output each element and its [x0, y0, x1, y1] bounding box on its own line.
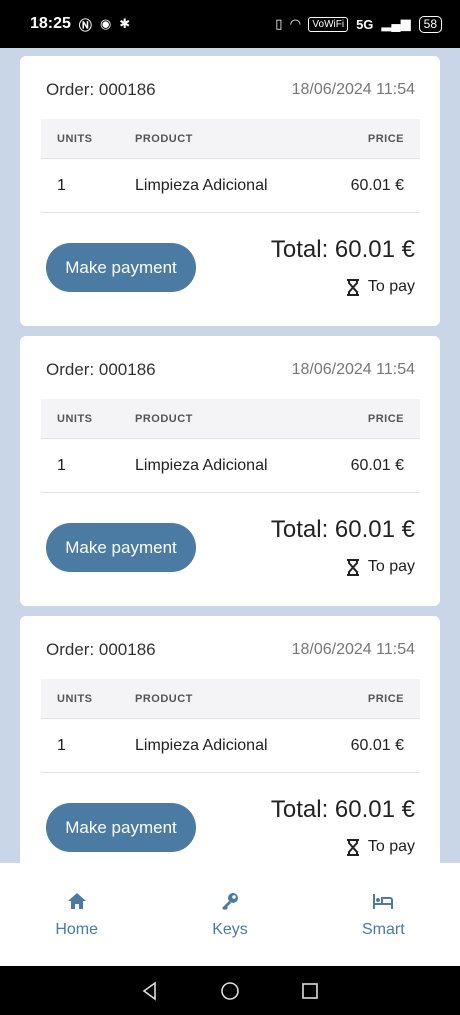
hourglass-icon [346, 558, 359, 576]
wifi-icon: ◠ [290, 16, 301, 31]
row-product: Limpieza Adicional [135, 176, 268, 194]
back-icon[interactable] [139, 980, 161, 1002]
bed-icon [373, 894, 394, 909]
nav-item-home[interactable]: Home [27, 891, 127, 966]
payment-status: To pay [346, 838, 415, 856]
table-header: UNITS PRODUCT PRICE [41, 679, 420, 719]
order-total: Total: 60.01 € [270, 236, 415, 263]
signal-icon: ▂▄▆ [381, 16, 411, 31]
nav-label-home: Home [55, 921, 98, 938]
table-row: 1 Limpieza Adicional 60.01 € [41, 159, 420, 213]
payment-status-label: To pay [367, 278, 415, 295]
make-payment-button[interactable]: Make payment [46, 243, 196, 292]
bluetooth-icon: ✱ [119, 16, 131, 31]
clock: 18:25 [30, 15, 71, 32]
status-bar-left: 18:25 Ⓝ ◉ ✱ [30, 15, 130, 34]
order-card: Order: 000186 18/06/2024 11:54 UNITS PRO… [20, 336, 440, 606]
make-payment-button[interactable]: Make payment [46, 523, 196, 572]
order-header: Order: 000186 18/06/2024 11:54 [46, 78, 415, 102]
nav-label-smart: Smart [361, 921, 405, 938]
nav-item-smart[interactable]: Smart [333, 891, 433, 966]
order-footer: Make payment Total: 60.01 € To pay [46, 493, 415, 593]
nfc-icon: Ⓝ [78, 17, 92, 33]
order-footer: Make payment Total: 60.01 € To pay [46, 773, 415, 863]
table-header: UNITS PRODUCT PRICE [41, 119, 420, 159]
payment-status-label: To pay [367, 838, 415, 855]
row-price: 60.01 € [350, 736, 404, 754]
price-column-header: PRICE [367, 132, 404, 145]
payment-status-label: To pay [367, 558, 415, 575]
status-bar-right: ▯ ◠ VoWiFi 5G ▂▄▆ 58 [275, 15, 442, 33]
table-row: 1 Limpieza Adicional 60.01 € [41, 439, 420, 493]
row-units: 1 [57, 176, 66, 194]
units-column-header: UNITS [57, 692, 93, 705]
orders-list[interactable]: Order: 000186 18/06/2024 11:54 UNITS PRO… [0, 48, 460, 863]
product-column-header: PRODUCT [135, 692, 193, 705]
payment-status: To pay [346, 278, 415, 296]
nav-item-keys[interactable]: Keys [180, 891, 280, 966]
make-payment-button[interactable]: Make payment [46, 803, 196, 852]
product-column-header: PRODUCT [135, 412, 193, 425]
table-header: UNITS PRODUCT PRICE [41, 399, 420, 439]
network-type: 5G [356, 16, 374, 32]
order-number: Order: 000186 [46, 360, 156, 379]
recents-icon[interactable] [299, 980, 321, 1002]
notification-icon: ◉ [99, 16, 112, 31]
order-number: Order: 000186 [46, 80, 156, 99]
order-number: Order: 000186 [46, 640, 156, 659]
key-icon [221, 893, 238, 910]
payment-status: To pay [346, 558, 415, 576]
order-card: Order: 000186 18/06/2024 11:54 UNITS PRO… [20, 56, 440, 326]
battery-level: 58 [418, 15, 442, 33]
row-price: 60.01 € [350, 456, 404, 474]
units-column-header: UNITS [57, 132, 93, 145]
vibrate-icon: ▯ [275, 16, 283, 31]
nav-label-keys: Keys [212, 921, 248, 938]
hourglass-icon [346, 838, 359, 856]
order-header: Order: 000186 18/06/2024 11:54 [46, 638, 415, 662]
row-product: Limpieza Adicional [135, 736, 268, 754]
bottom-navigation: Home Keys Smart [0, 863, 460, 966]
price-column-header: PRICE [367, 692, 404, 705]
order-total: Total: 60.01 € [270, 796, 415, 823]
home-circle-icon[interactable] [219, 980, 241, 1002]
order-card: Order: 000186 18/06/2024 11:54 UNITS PRO… [20, 616, 440, 863]
row-product: Limpieza Adicional [135, 456, 268, 474]
order-date: 18/06/2024 11:54 [291, 81, 415, 98]
order-total: Total: 60.01 € [270, 516, 415, 543]
vowifi-badge: VoWiFi [308, 16, 349, 32]
row-units: 1 [57, 456, 66, 474]
product-column-header: PRODUCT [135, 132, 193, 145]
row-price: 60.01 € [350, 176, 404, 194]
row-units: 1 [57, 736, 66, 754]
order-header: Order: 000186 18/06/2024 11:54 [46, 358, 415, 382]
price-column-header: PRICE [367, 412, 404, 425]
order-date: 18/06/2024 11:54 [291, 641, 415, 658]
home-icon [67, 893, 86, 909]
system-navigation-bar [0, 966, 460, 1015]
hourglass-icon [346, 278, 359, 296]
units-column-header: UNITS [57, 412, 93, 425]
order-footer: Make payment Total: 60.01 € To pay [46, 213, 415, 313]
order-date: 18/06/2024 11:54 [291, 361, 415, 378]
status-bar: 18:25 Ⓝ ◉ ✱ ▯ ◠ VoWiFi 5G ▂▄▆ 58 [0, 0, 460, 48]
table-row: 1 Limpieza Adicional 60.01 € [41, 719, 420, 773]
